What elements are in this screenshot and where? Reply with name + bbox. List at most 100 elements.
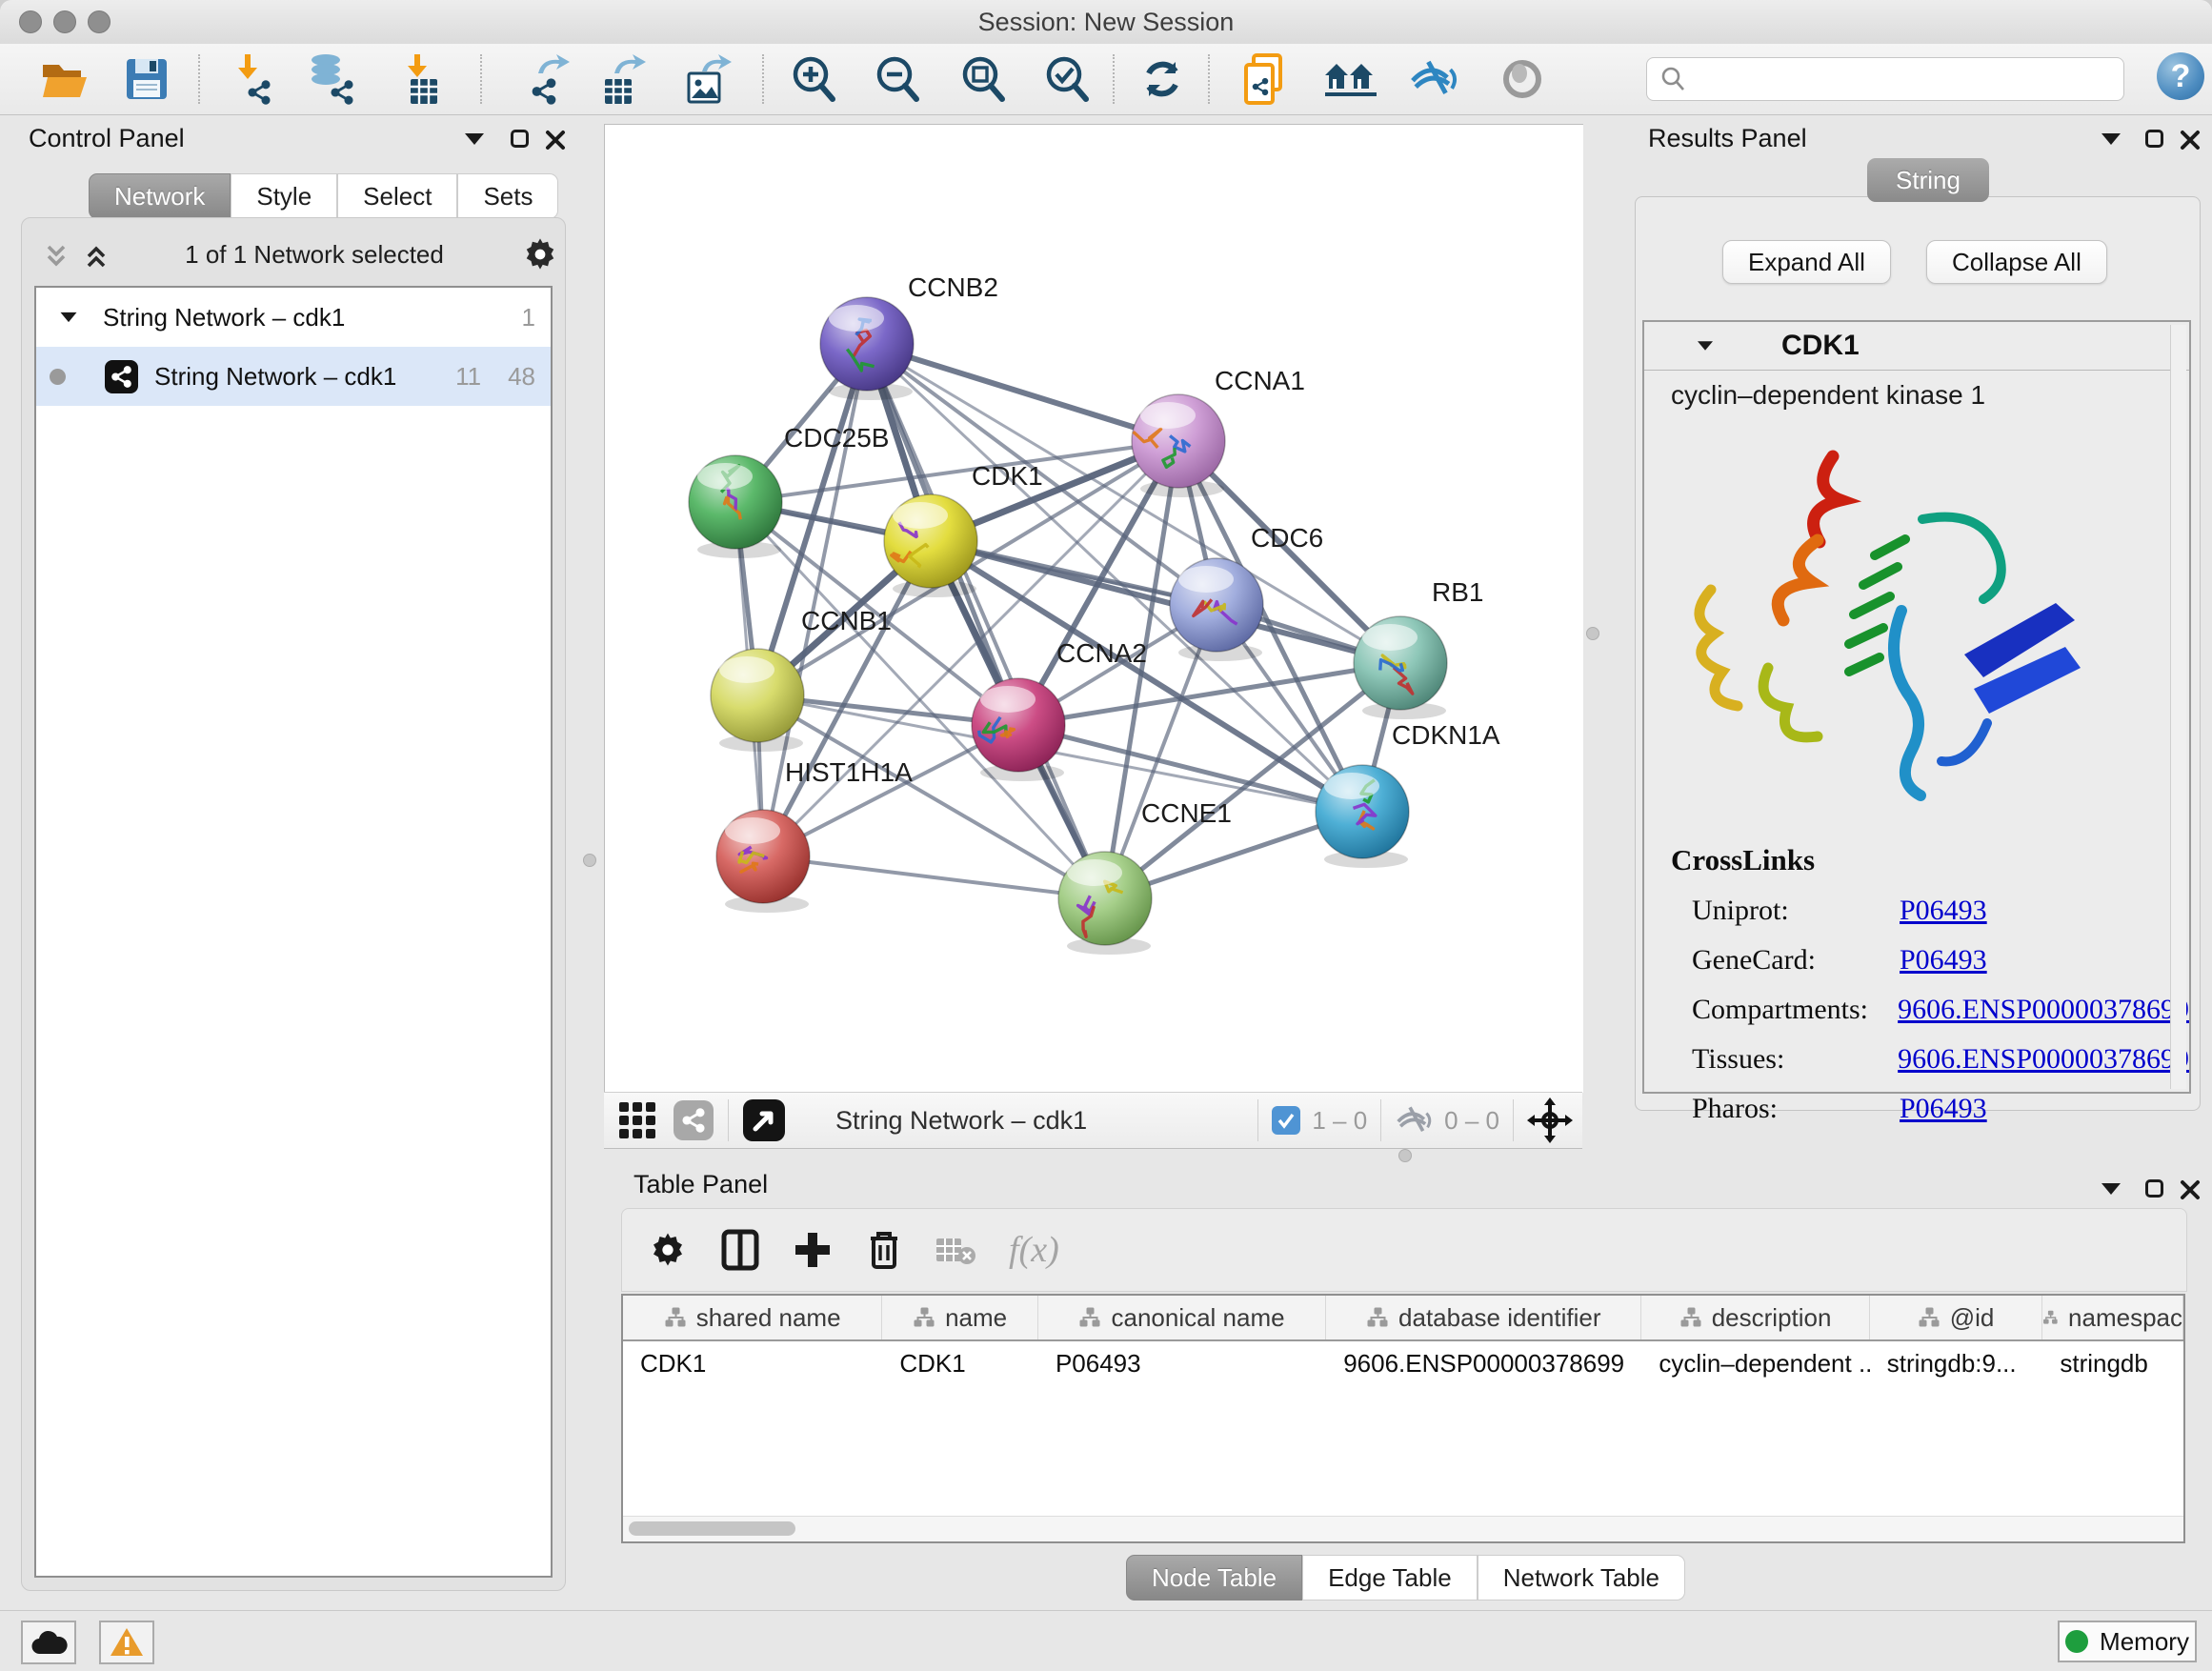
help-icon[interactable]: ? xyxy=(2157,52,2204,100)
table-panel-menu-icon[interactable] xyxy=(2101,1183,2121,1195)
table-cell[interactable]: 9606.ENSP00000378699 xyxy=(1326,1349,1641,1379)
tab-network[interactable]: Network xyxy=(89,173,231,219)
network-selection-status: 1 of 1 Network selected xyxy=(124,240,505,270)
results-panel-float-icon[interactable] xyxy=(2145,130,2163,148)
import-table-file-icon[interactable] xyxy=(392,50,453,108)
function-builder-icon[interactable]: f(x) xyxy=(1009,1229,1059,1271)
scrollbar-thumb[interactable] xyxy=(629,1521,795,1536)
node-label-CCNB1: CCNB1 xyxy=(801,606,892,635)
collapse-all-button[interactable]: Collapse All xyxy=(1926,240,2107,284)
column-header-canonical-name[interactable]: canonical name xyxy=(1038,1296,1326,1339)
network-edge-HIST1H1A-CCNE1[interactable] xyxy=(763,856,1105,898)
open-session-icon[interactable] xyxy=(34,50,95,108)
tab-node-table[interactable]: Node Table xyxy=(1126,1555,1302,1601)
crosslink-value-link[interactable]: P06493 xyxy=(1900,944,1987,976)
table-cell[interactable]: CDK1 xyxy=(882,1349,1038,1379)
network-row-selected[interactable]: String Network – cdk1 11 48 xyxy=(36,347,551,406)
expand-all-button[interactable]: Expand All xyxy=(1722,240,1891,284)
column-header-description[interactable]: description xyxy=(1641,1296,1869,1339)
birdseye-view-icon[interactable] xyxy=(742,1098,786,1142)
crosslink-row: Uniprot:P06493 xyxy=(1671,895,2189,927)
cloud-button[interactable] xyxy=(21,1621,76,1664)
results-panel-close-icon[interactable] xyxy=(2180,130,2201,151)
hide-selected-eye-icon[interactable] xyxy=(1404,50,1465,108)
crosslink-value-link[interactable]: 9606.ENSP00000378699 xyxy=(1898,1043,2189,1076)
grid-view-icon[interactable] xyxy=(617,1100,657,1140)
network-canvas[interactable]: CCNB2CCNA1CDC25BCDK1CDC6RB1CCNB1CCNA2CDK… xyxy=(604,124,1583,1093)
tree-collapse-icon[interactable] xyxy=(61,312,77,322)
collapse-all-tree-icon[interactable] xyxy=(42,242,70,271)
network-node-count: 11 xyxy=(455,362,481,392)
control-panel-menu-icon[interactable] xyxy=(465,133,484,145)
network-edge-CDK1-RB1[interactable] xyxy=(931,541,1400,663)
network-options-gear-icon[interactable] xyxy=(522,236,558,272)
copy-style-documents-icon[interactable] xyxy=(1235,50,1296,108)
show-graphics-details-eye-icon[interactable] xyxy=(1492,50,1553,108)
export-image-icon[interactable] xyxy=(676,50,737,108)
search-box[interactable] xyxy=(1646,57,2124,101)
network-collection-row[interactable]: String Network – cdk1 1 xyxy=(36,288,551,347)
show-all-views-homes-icon[interactable] xyxy=(1320,50,1381,108)
column-header-shared-name[interactable]: shared name xyxy=(623,1296,882,1339)
tab-edge-table[interactable]: Edge Table xyxy=(1302,1555,1478,1601)
table-cell[interactable]: cyclin–dependent ... xyxy=(1641,1349,1869,1379)
column-header-namespac[interactable]: namespac xyxy=(2042,1296,2183,1339)
export-network-icon[interactable] xyxy=(514,50,575,108)
column-header-name[interactable]: name xyxy=(882,1296,1038,1339)
bottom-splitter-handle[interactable] xyxy=(1398,1149,1412,1162)
zoom-in-icon[interactable] xyxy=(783,50,844,108)
right-splitter-handle[interactable] xyxy=(1586,627,1599,640)
network-edge-CCNB2-CCNA1[interactable] xyxy=(867,344,1178,441)
search-input[interactable] xyxy=(1695,65,2123,93)
column-header--id[interactable]: @id xyxy=(1870,1296,2043,1339)
delete-columns-icon[interactable] xyxy=(866,1229,902,1271)
import-network-database-icon[interactable] xyxy=(301,50,362,108)
hidden-eye-icon[interactable] xyxy=(1395,1104,1435,1137)
table-cell[interactable]: stringdb:9... xyxy=(1870,1349,2043,1379)
tab-sets[interactable]: Sets xyxy=(457,173,558,219)
results-panel-menu-icon[interactable] xyxy=(2101,133,2121,145)
memory-button[interactable]: Memory xyxy=(2058,1621,2197,1662)
selected-checkbox[interactable] xyxy=(1272,1106,1300,1135)
left-splitter-handle[interactable] xyxy=(583,854,596,867)
fit-selection-crosshair-icon[interactable] xyxy=(1527,1097,1573,1143)
create-column-icon[interactable] xyxy=(794,1231,832,1269)
delete-table-icon[interactable] xyxy=(935,1233,976,1267)
zoom-fit-icon[interactable] xyxy=(953,50,1014,108)
warnings-button[interactable] xyxy=(99,1621,154,1664)
results-vertical-scrollbar[interactable] xyxy=(2170,325,2186,1089)
string-style-icon[interactable] xyxy=(673,1099,714,1141)
table-options-gear-icon[interactable] xyxy=(649,1231,687,1269)
refresh-view-icon[interactable] xyxy=(1132,50,1193,108)
table-panel-close-icon[interactable] xyxy=(2180,1179,2201,1200)
node-table: shared namenamecanonical namedatabase id… xyxy=(621,1294,2185,1543)
entry-header-row[interactable]: CDK1 xyxy=(1644,322,2189,371)
entry-collapse-icon[interactable] xyxy=(1698,341,1713,351)
memory-status-icon xyxy=(2065,1630,2088,1653)
table-horizontal-scrollbar[interactable] xyxy=(623,1516,2183,1541)
show-columns-icon[interactable] xyxy=(721,1229,759,1271)
tab-style[interactable]: Style xyxy=(231,173,337,219)
table-cell[interactable]: CDK1 xyxy=(623,1349,882,1379)
crosslink-value-link[interactable]: 9606.ENSP00000378699 xyxy=(1898,994,2189,1026)
tab-select[interactable]: Select xyxy=(337,173,457,219)
network-edge-CCNB2-CCNE1[interactable] xyxy=(867,344,1105,898)
node-label-CDC25B: CDC25B xyxy=(784,423,889,453)
save-session-icon[interactable] xyxy=(116,50,177,108)
zoom-out-icon[interactable] xyxy=(867,50,928,108)
export-table-icon[interactable] xyxy=(591,50,652,108)
crosslink-value-link[interactable]: P06493 xyxy=(1900,1093,1987,1125)
control-panel-float-icon[interactable] xyxy=(511,130,529,148)
import-network-file-icon[interactable] xyxy=(223,50,284,108)
control-panel-close-icon[interactable] xyxy=(545,130,566,151)
tab-network-table[interactable]: Network Table xyxy=(1478,1555,1685,1601)
table-panel-float-icon[interactable] xyxy=(2145,1179,2163,1198)
tab-string[interactable]: String xyxy=(1867,158,1989,202)
table-cell[interactable]: stringdb xyxy=(2042,1349,2183,1379)
expand-all-tree-icon[interactable] xyxy=(82,242,111,271)
zoom-selected-icon[interactable] xyxy=(1036,50,1097,108)
column-header-database-identifier[interactable]: database identifier xyxy=(1326,1296,1641,1339)
crosslink-value-link[interactable]: P06493 xyxy=(1900,895,1987,927)
column-type-icon xyxy=(1679,1307,1702,1328)
table-cell[interactable]: P06493 xyxy=(1038,1349,1326,1379)
